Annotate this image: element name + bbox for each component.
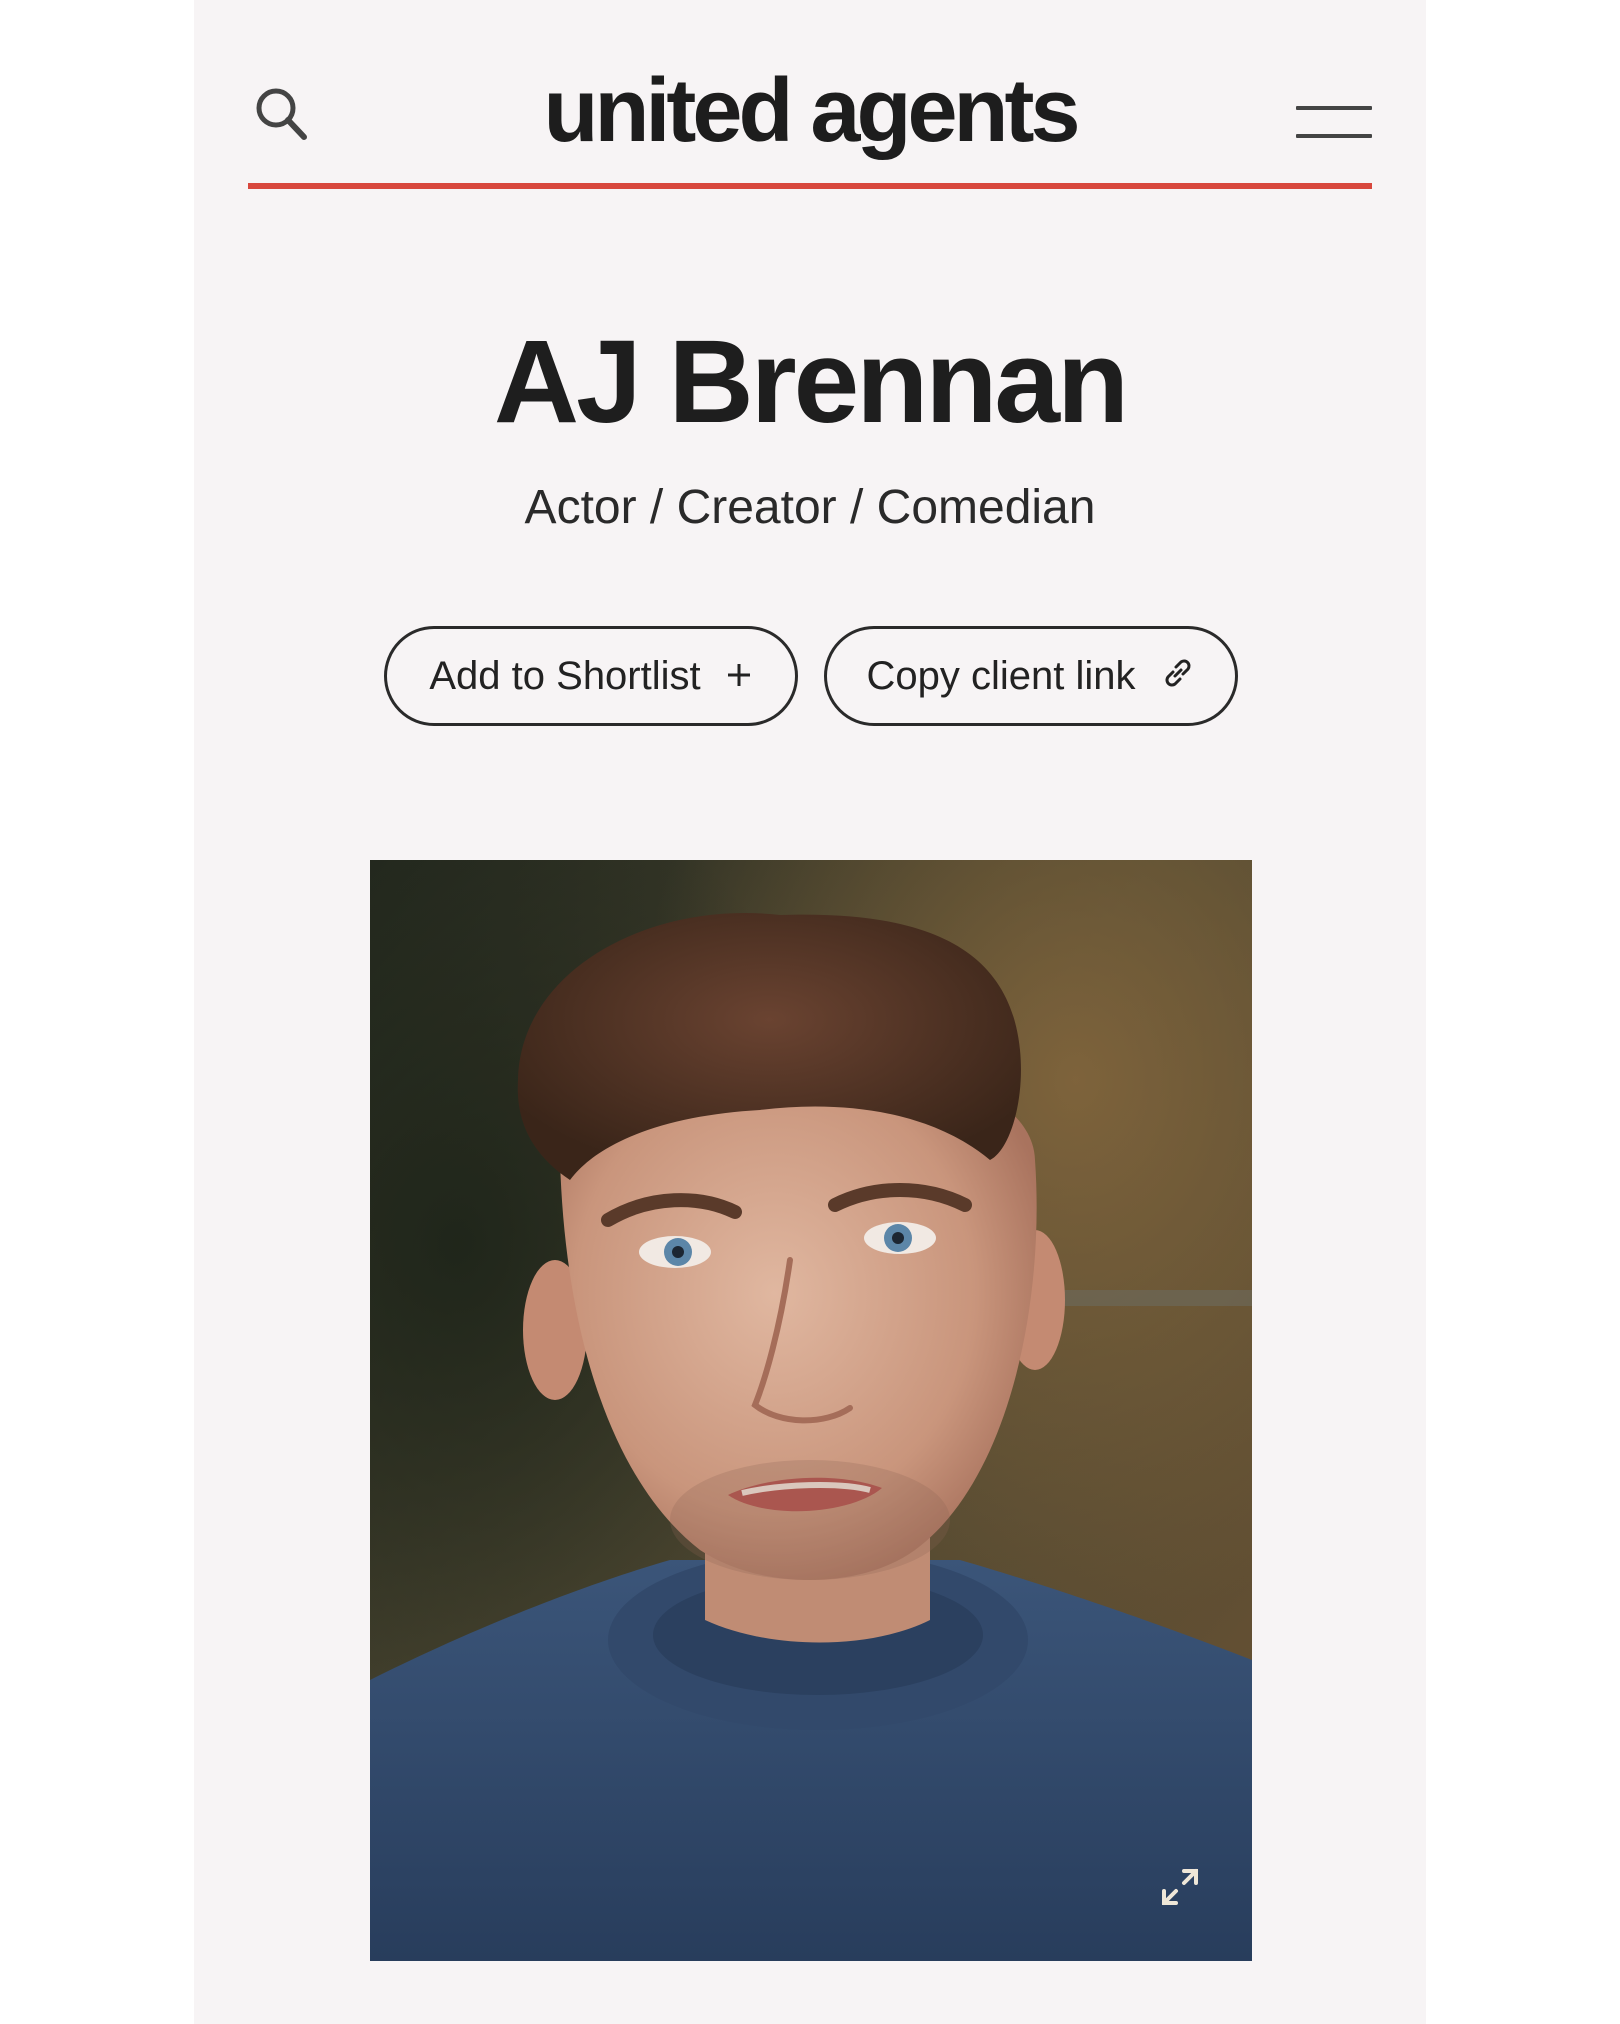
expand-photo-button[interactable] [1156,1863,1204,1911]
talent-name: AJ Brennan [493,316,1129,448]
plus-icon [725,656,753,696]
copy-client-link-label: Copy client link [866,653,1136,698]
hamburger-menu-line [1296,134,1372,138]
header-divider [248,183,1372,189]
copy-client-link-button[interactable]: Copy client link [824,626,1238,726]
site-logo[interactable]: united agents [248,66,1372,156]
menu-button[interactable] [1296,104,1372,144]
headshot-photo[interactable] [370,860,1252,1961]
hamburger-menu-icon [1296,106,1372,110]
profile-page: united agents AJ Brennan Actor / Creator… [194,0,1426,2024]
add-to-shortlist-label: Add to Shortlist [429,653,701,698]
talent-roles: Actor / Creator / Comedian [524,481,1096,534]
expand-icon [1162,1869,1198,1905]
link-icon [1160,655,1196,698]
profile-actions: Add to Shortlist Copy client link [384,626,1244,728]
site-header: united agents [248,0,1372,192]
add-to-shortlist-button[interactable]: Add to Shortlist [384,626,798,726]
